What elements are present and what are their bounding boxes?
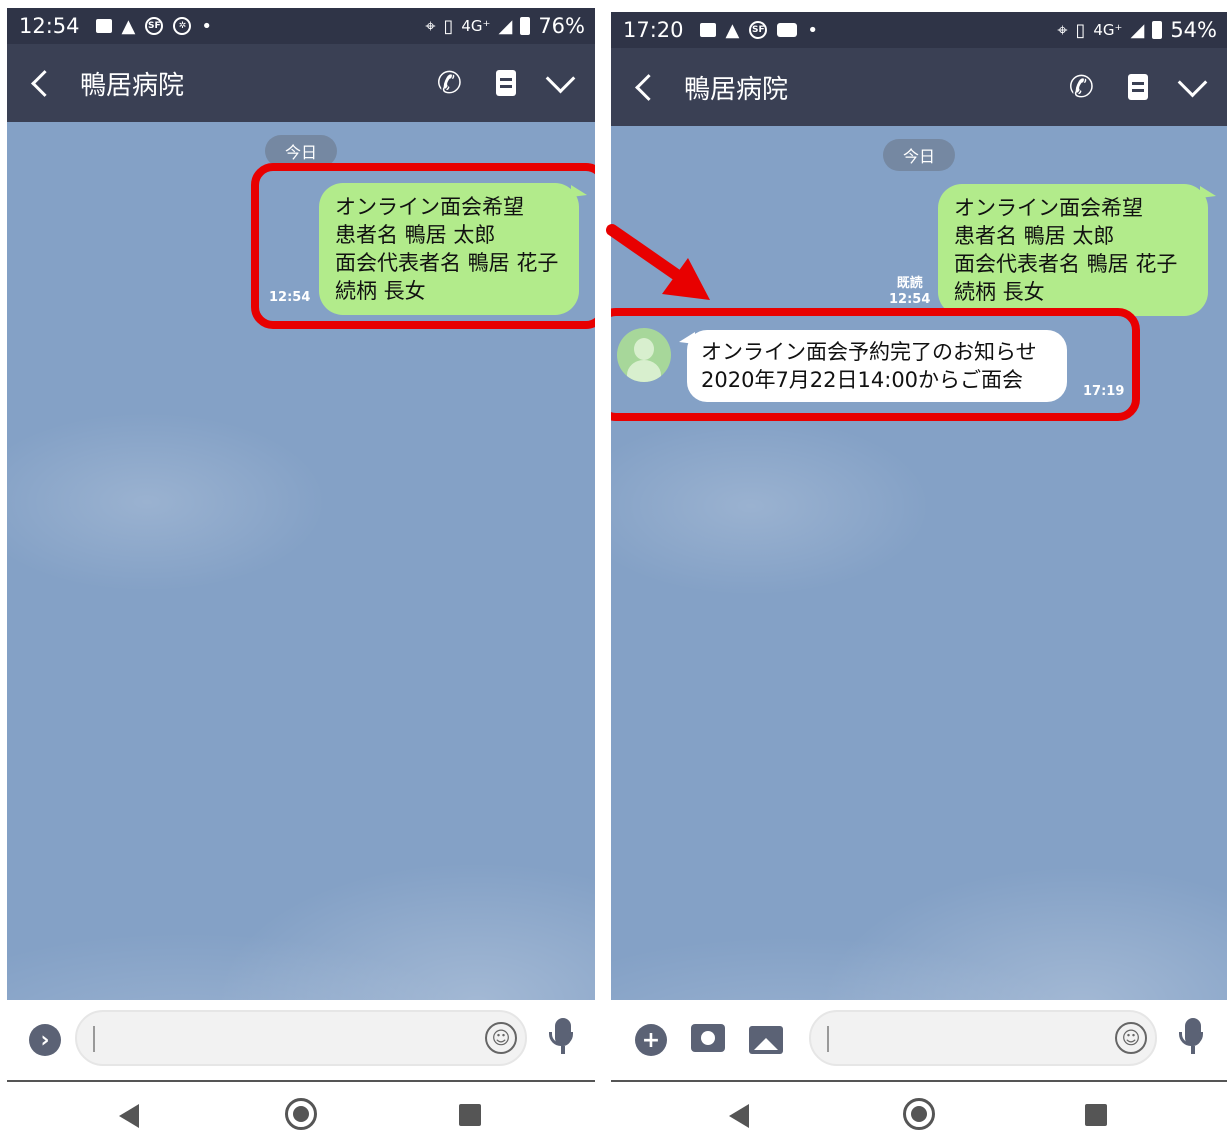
chat-header: 鴨居病院 ✆	[7, 44, 595, 122]
back-icon[interactable]	[31, 69, 58, 97]
date-divider: 今日	[882, 139, 956, 171]
chevron-down-icon[interactable]	[545, 63, 576, 93]
location-icon: ⌖	[425, 15, 436, 37]
image-icon	[95, 19, 112, 33]
nav-home-icon[interactable]	[903, 1098, 935, 1130]
mic-icon[interactable]	[1179, 1018, 1203, 1054]
system-nav-bar	[611, 1082, 1227, 1131]
read-receipt: 既読	[896, 276, 923, 291]
phone-icon[interactable]: ✆	[1069, 70, 1094, 105]
status-time: 17:20	[623, 18, 684, 42]
chat-header: 鴨居病院 ✆	[611, 48, 1227, 126]
sf-icon: SF	[749, 21, 768, 39]
text-caret	[827, 1026, 829, 1052]
emoji-icon[interactable]: ☺	[1115, 1022, 1147, 1054]
warning-icon: ▲	[121, 15, 136, 37]
bubble-tail	[1200, 186, 1216, 198]
message-line: 面会代表者名 鴨居 花子	[954, 252, 1178, 276]
message-input[interactable]: ☺	[75, 1010, 527, 1066]
message-input[interactable]: ☺	[809, 1010, 1157, 1066]
vibrate-icon: ▯	[1075, 19, 1086, 41]
arrow-shaft	[606, 224, 690, 286]
dot-icon: •	[201, 15, 212, 37]
message-status: 既読 12:54	[889, 276, 930, 308]
status-bar: 17:20 ▲ SF • ⌖ ▯ 4G⁺ ◢ 54%	[611, 12, 1227, 48]
image-icon	[699, 23, 716, 37]
vibrate-icon: ▯	[443, 15, 454, 37]
status-bar: 12:54 ▲ SF ✲ • ⌖ ▯ 4G⁺ ◢ 76%	[7, 8, 595, 44]
message-line: 続柄 長女	[954, 280, 1045, 304]
battery-percent: 76%	[538, 14, 585, 38]
nav-home-icon[interactable]	[285, 1098, 317, 1130]
location-icon: ⌖	[1057, 19, 1068, 41]
battery-icon	[520, 17, 531, 35]
text-caret	[93, 1026, 95, 1052]
highlight-box	[611, 308, 1140, 421]
expand-icon[interactable]: ›	[29, 1024, 61, 1056]
chat-title: 鴨居病院	[80, 70, 185, 101]
nav-back-icon[interactable]	[729, 1104, 749, 1128]
signal-icon: ◢	[498, 15, 513, 37]
note-icon[interactable]	[496, 70, 516, 96]
youtube-icon	[777, 23, 798, 37]
highlight-box	[251, 163, 595, 329]
chevron-down-icon[interactable]	[1177, 67, 1208, 97]
system-nav-bar	[7, 1082, 595, 1131]
battery-percent: 54%	[1170, 18, 1217, 42]
input-bar: + ☺	[611, 1000, 1227, 1082]
gallery-icon[interactable]	[749, 1026, 783, 1054]
nav-recent-icon[interactable]	[1085, 1104, 1107, 1126]
back-icon[interactable]	[635, 73, 662, 101]
mic-icon[interactable]	[549, 1018, 573, 1054]
message-line: 患者名 鴨居 太郎	[954, 224, 1115, 248]
network-type: 4G⁺	[461, 17, 491, 35]
signal-icon: ◢	[1130, 19, 1145, 41]
network-type: 4G⁺	[1093, 21, 1123, 39]
phone-screen-after: 17:20 ▲ SF • ⌖ ▯ 4G⁺ ◢ 54% 鴨居病院 ✆ 今日 既読	[611, 0, 1227, 1131]
status-time: 12:54	[19, 14, 80, 38]
input-bar: › ☺	[7, 1000, 595, 1082]
sent-message-bubble[interactable]: オンライン面会希望 患者名 鴨居 太郎 面会代表者名 鴨居 花子 続柄 長女	[938, 184, 1216, 316]
note-icon[interactable]	[1128, 74, 1148, 100]
message-time: 12:54	[889, 292, 931, 307]
battery-icon	[1152, 21, 1163, 39]
arrow-icon	[606, 224, 710, 300]
emoji-icon[interactable]: ☺	[485, 1022, 517, 1054]
dot-icon: •	[807, 19, 818, 41]
plus-icon[interactable]: +	[635, 1024, 667, 1056]
nav-back-icon[interactable]	[119, 1104, 139, 1128]
settings-badge-icon: ✲	[173, 17, 192, 35]
phone-icon[interactable]: ✆	[437, 66, 462, 101]
camera-icon[interactable]	[691, 1024, 725, 1052]
warning-icon: ▲	[725, 19, 740, 41]
chat-title: 鴨居病院	[684, 74, 789, 105]
nav-recent-icon[interactable]	[459, 1104, 481, 1126]
sf-icon: SF	[145, 17, 164, 35]
phone-screen-before: 12:54 ▲ SF ✲ • ⌖ ▯ 4G⁺ ◢ 76% 鴨居病院 ✆ 今日 1…	[7, 0, 595, 1131]
message-line: オンライン面会希望	[954, 196, 1143, 220]
